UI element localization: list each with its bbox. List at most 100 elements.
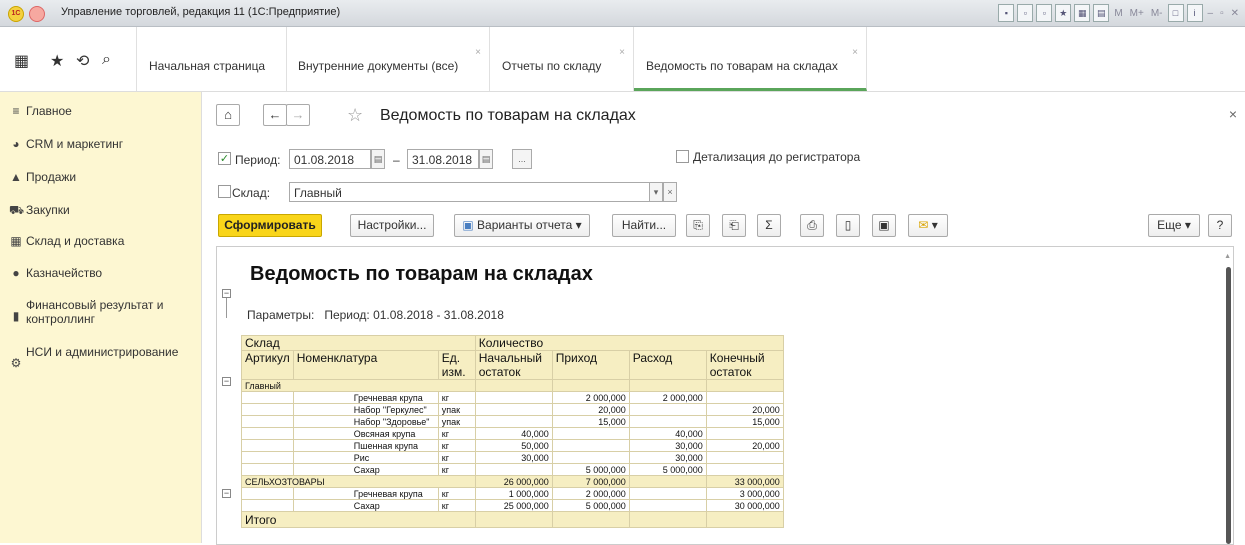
header-artikul: Артикул — [241, 350, 294, 380]
favorites-star-icon[interactable]: ★ — [50, 51, 64, 71]
cell-end: 30 000,000 — [705, 499, 784, 512]
clear-icon[interactable]: × — [663, 182, 677, 202]
table-row[interactable]: Набор "Здоровье" упак 15,000 15,000 — [241, 415, 784, 428]
dropdown-icon[interactable]: ▾ — [649, 182, 663, 202]
cell-artikul — [241, 487, 294, 500]
cell-out — [628, 499, 707, 512]
tab-internal-docs[interactable]: Внутренние документы (все) × — [286, 27, 490, 91]
send-email-button[interactable]: ✉ ▾ — [908, 214, 948, 237]
scrollbar[interactable] — [1226, 267, 1231, 544]
more-button[interactable]: Еще ▾ — [1148, 214, 1200, 237]
maximize-button[interactable]: ▫ — [1218, 8, 1226, 19]
sklad-input[interactable]: Главный — [289, 182, 649, 202]
preview-icon[interactable]: ▫ — [1036, 4, 1053, 22]
cell-in: 5 000,000 — [551, 499, 630, 512]
warehouse-icon: ▦ — [10, 234, 22, 248]
tab-warehouse-reports[interactable]: Отчеты по складу × — [490, 27, 634, 91]
cell-in: 15,000 — [551, 415, 630, 428]
period-from-input[interactable]: 01.08.2018 — [289, 149, 371, 169]
history-icon[interactable]: ⟲ — [76, 51, 89, 71]
forward-button[interactable]: → — [286, 104, 310, 126]
collapse-group-icon[interactable]: − — [222, 377, 231, 386]
help-button[interactable]: ? — [1208, 214, 1232, 237]
collapse-group-icon[interactable]: − — [222, 489, 231, 498]
bag-icon: ▲ — [10, 170, 22, 184]
group-row[interactable]: Главный — [241, 379, 784, 392]
period-select-button[interactable]: ... — [512, 149, 532, 169]
apps-grid-icon[interactable]: ▦ — [14, 51, 29, 71]
calendar-icon[interactable]: ▤ — [479, 149, 493, 169]
cell-out: 40,000 — [628, 427, 707, 440]
cell-in: 20,000 — [551, 403, 630, 416]
table-row[interactable]: Набор "Геркулес" упак 20,000 20,000 — [241, 403, 784, 416]
table-row[interactable]: Овсяная крупа кг 40,000 40,000 — [241, 427, 784, 440]
print-icon[interactable]: ⎙ — [800, 214, 824, 237]
sklad-checkbox[interactable] — [218, 185, 231, 198]
tab-goods-statement[interactable]: Ведомость по товарам на складах × — [634, 27, 867, 91]
report-table: Склад Количество Артикул Номенклатура Ед… — [241, 335, 784, 528]
report-area[interactable]: ▲ Ведомость по товарам на складах − Пара… — [216, 246, 1234, 545]
window-titlebar: 1С Управление торговлей, редакция 11 (1С… — [0, 0, 1245, 27]
period-dash: – — [393, 153, 400, 167]
memory-button[interactable]: M — [1112, 8, 1124, 19]
calendar-icon[interactable]: ▤ — [371, 149, 385, 169]
sum-button[interactable]: Σ — [757, 214, 781, 237]
table-row[interactable]: Гречневая крупа кг 2 000,000 2 000,000 — [241, 391, 784, 404]
save-icon[interactable]: ▪ — [998, 4, 1015, 22]
group-row[interactable]: СЕЛЬХОЗТОВАРЫ 26 000,000 7 000,000 33 000,0… — [241, 475, 784, 488]
save-icon[interactable]: ▣ — [872, 214, 896, 237]
cell-start — [474, 379, 553, 392]
print-icon[interactable]: ▫ — [1017, 4, 1034, 22]
close-tab-icon[interactable]: × — [852, 47, 858, 58]
header-nomenklatura: Номенклатура — [292, 350, 439, 380]
collapse-icon[interactable]: − — [222, 289, 231, 298]
memory-plus-button[interactable]: M+ — [1128, 8, 1146, 19]
home-button[interactable]: ⌂ — [216, 104, 240, 126]
cell-start — [474, 463, 553, 476]
tabs-bar: ▦ ★ ⟲ ⌕ Начальная страница Внутренние до… — [0, 27, 1245, 92]
info-icon[interactable]: i — [1186, 4, 1203, 22]
close-form-icon[interactable]: × — [1229, 106, 1237, 122]
cell-artikul — [241, 415, 294, 428]
favorite-star-icon[interactable]: ☆ — [347, 105, 363, 126]
paste-icon[interactable]: ⎗ — [722, 214, 746, 237]
cell-start: 1 000,000 — [474, 487, 553, 500]
favorites-icon[interactable]: ★ — [1055, 4, 1072, 22]
table-row[interactable]: Сахар кг 25 000,000 5 000,000 30 000,000 — [241, 499, 784, 512]
table-row[interactable]: Рис кг 30,000 30,000 — [241, 451, 784, 464]
report-variants-button[interactable]: ▣ Варианты отчета ▾ — [454, 214, 590, 237]
minimize-button[interactable]: – — [1206, 8, 1216, 19]
coin-icon: ● — [12, 266, 20, 280]
search-icon[interactable]: ⌕ — [102, 51, 111, 69]
table-row[interactable]: Сахар кг 5 000,000 5 000,000 — [241, 463, 784, 476]
cell-in — [551, 439, 630, 452]
main-menu-button[interactable] — [29, 6, 45, 22]
close-tab-icon[interactable]: × — [475, 47, 481, 58]
back-button[interactable]: ← — [263, 104, 287, 126]
cell-name: Гречневая крупа — [292, 487, 439, 500]
find-button[interactable]: Найти... — [612, 214, 676, 237]
tab-home[interactable]: Начальная страница — [136, 27, 287, 91]
cell-end — [705, 379, 784, 392]
scroll-up-icon[interactable]: ▲ — [1224, 253, 1231, 260]
settings-button[interactable]: Настройки... — [350, 214, 434, 237]
calendar-icon[interactable]: ▤ — [1093, 4, 1110, 22]
group-name: СЕЛЬХОЗТОВАРЫ — [241, 475, 476, 488]
total-label: Итого — [241, 511, 476, 528]
period-checkbox[interactable]: ✓ — [218, 152, 231, 165]
cell-start — [474, 415, 553, 428]
close-tab-icon[interactable]: × — [619, 47, 625, 58]
table-row[interactable]: Гречневая крупа кг 1 000,000 2 000,000 3 000… — [241, 487, 784, 500]
table-row[interactable]: Пшенная крупа кг 50,000 30,000 20,000 — [241, 439, 784, 452]
generate-button[interactable]: Сформировать — [218, 214, 322, 237]
detail-checkbox[interactable] — [676, 150, 689, 163]
copy-icon[interactable]: ⎘ — [686, 214, 710, 237]
preview-icon[interactable]: ▯ — [836, 214, 860, 237]
cell-out — [628, 415, 707, 428]
cell-in: 2 000,000 — [551, 391, 630, 404]
calculator-icon[interactable]: ▦ — [1074, 4, 1091, 22]
close-window-button[interactable]: ✕ — [1229, 8, 1241, 19]
memory-minus-button[interactable]: M- — [1149, 8, 1165, 19]
period-to-input[interactable]: 31.08.2018 — [407, 149, 479, 169]
layout-icon[interactable]: □ — [1167, 4, 1184, 22]
